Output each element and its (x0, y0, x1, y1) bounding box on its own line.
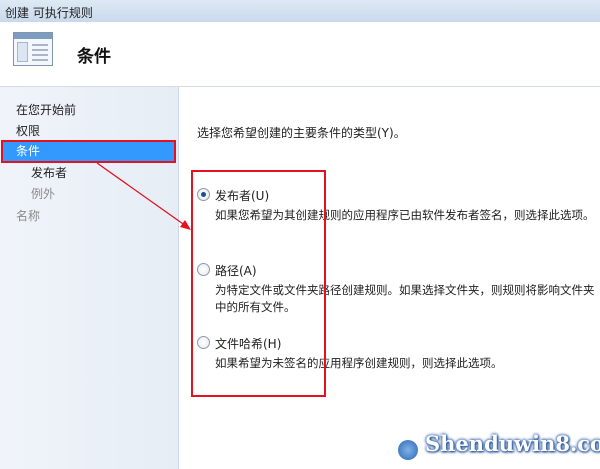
watermark-logo-icon (398, 440, 418, 460)
annotation-arrow (96, 162, 191, 230)
watermark: Shenduwin8.com (425, 431, 600, 456)
